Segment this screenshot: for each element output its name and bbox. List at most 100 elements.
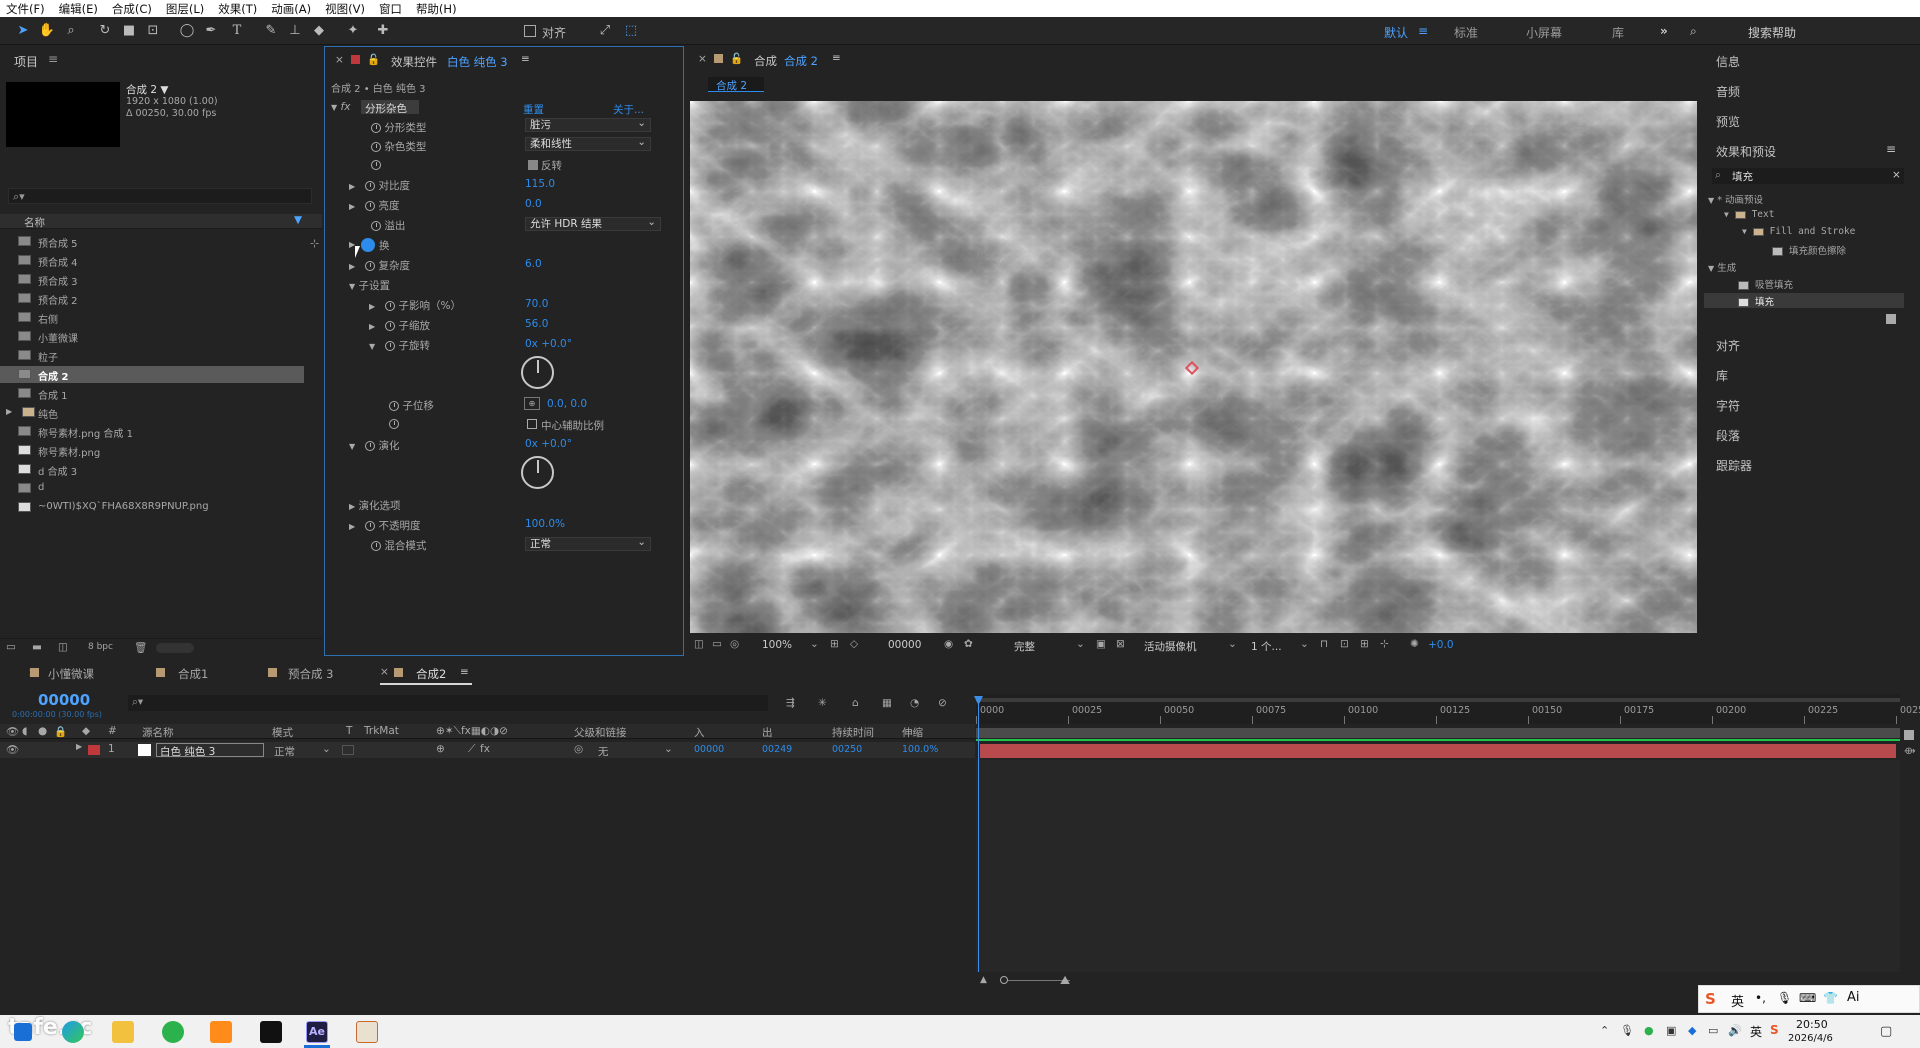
align-panel-tab[interactable]: 对齐 bbox=[1716, 337, 1740, 354]
expand-icon[interactable]: ▶ bbox=[369, 302, 375, 311]
duration-header[interactable]: 持续时间 bbox=[832, 725, 874, 740]
monitor-icon[interactable]: ▭ bbox=[712, 638, 722, 650]
menu-view[interactable]: 视图(V) bbox=[325, 1, 365, 17]
new-comp-icon[interactable]: ◫ bbox=[58, 641, 68, 653]
effects-presets-menu-icon[interactable]: ≡ bbox=[1886, 142, 1896, 156]
channel-icon[interactable]: ✿ bbox=[964, 638, 973, 650]
zoom-chevron-icon[interactable]: ⌄ bbox=[810, 638, 819, 650]
comp-tab-name[interactable]: 合成 2 bbox=[784, 53, 818, 69]
pen-tool-icon[interactable]: ✒ bbox=[202, 22, 220, 40]
viewer-timecode[interactable]: 00000 bbox=[888, 639, 921, 651]
eye-column-icon[interactable]: 👁 bbox=[6, 725, 19, 738]
tube-fill-item[interactable]: 吸管填充 bbox=[1755, 280, 1793, 291]
project-item[interactable]: ▶ 纯色 bbox=[0, 404, 304, 421]
mode-header[interactable]: 模式 bbox=[272, 725, 293, 740]
preview-panel-tab[interactable]: 预览 bbox=[1716, 113, 1740, 130]
puppet-tool-icon[interactable]: ✚ bbox=[374, 22, 392, 40]
expand-icon[interactable]: ▶ bbox=[369, 322, 375, 331]
skin-icon[interactable]: 👕 bbox=[1823, 991, 1838, 1005]
roto-brush-tool-icon[interactable]: ✦ bbox=[344, 22, 362, 40]
bpc-label[interactable]: 8 bpc bbox=[88, 642, 113, 652]
zoom-in-icon[interactable]: ⛰ bbox=[1060, 973, 1070, 988]
exposure-icon[interactable]: ✺ bbox=[1410, 638, 1419, 650]
sub-scale-value[interactable]: 56.0 bbox=[525, 318, 548, 330]
pickwhip-icon[interactable]: ◎ bbox=[574, 743, 583, 755]
resolution-dropdown[interactable]: 完整 bbox=[1014, 639, 1035, 654]
project-item[interactable]: ~0WTI)$XQ`FHA68X8R9PNUP.png bbox=[0, 499, 304, 516]
overflow-dropdown[interactable]: 允许 HDR 结果 bbox=[525, 216, 661, 231]
selection-tool-icon[interactable]: ➤ bbox=[14, 22, 32, 40]
stopwatch-icon[interactable] bbox=[365, 441, 376, 451]
tray-expand-icon[interactable]: ⌃ bbox=[1600, 1024, 1609, 1037]
time-ruler[interactable]: 0000 00025 00050 00075 00100 00125 00150 00175 0… bbox=[976, 694, 1920, 724]
timeline-tab-4[interactable]: 合成2 bbox=[416, 666, 446, 682]
microphone-icon[interactable]: 🎙 bbox=[1777, 991, 1792, 1005]
contrast-value[interactable]: 115.0 bbox=[525, 178, 555, 190]
photo-app-icon[interactable] bbox=[356, 1021, 378, 1043]
brightness-value[interactable]: 0.0 bbox=[525, 198, 542, 210]
expand-icon[interactable]: ▶ bbox=[349, 502, 355, 511]
ai-icon[interactable]: Ai bbox=[1847, 990, 1860, 1005]
region-icon[interactable]: ▣ bbox=[1096, 638, 1106, 650]
expand-icon[interactable]: ▶ bbox=[349, 522, 355, 531]
collapse-icon[interactable]: ▼ bbox=[1724, 210, 1729, 219]
stopwatch-icon[interactable] bbox=[371, 541, 381, 551]
resolution-chevron-icon[interactable]: ⌄ bbox=[1076, 638, 1085, 650]
opacity-value[interactable]: 100.0% bbox=[525, 518, 565, 530]
safe-zones-icon[interactable]: ⊞ bbox=[830, 638, 839, 650]
volume-icon[interactable]: 🔊 bbox=[1728, 1024, 1742, 1037]
character-panel-tab[interactable]: 字符 bbox=[1716, 397, 1740, 414]
trash-icon[interactable]: 🗑 bbox=[134, 641, 147, 654]
trkmat-header[interactable]: TrkMat bbox=[364, 725, 399, 737]
project-item[interactable]: 预合成 5 bbox=[0, 233, 304, 250]
noise-type-dropdown[interactable]: 柔和线性 bbox=[525, 136, 651, 151]
fill-color-wipe-item[interactable]: 填充颜色擦除 bbox=[1789, 246, 1846, 257]
stopwatch-icon[interactable] bbox=[371, 123, 381, 133]
flowchart-icon[interactable]: ⊹ bbox=[310, 237, 319, 250]
stopwatch-icon[interactable] bbox=[371, 160, 381, 170]
center-scale-checkbox[interactable] bbox=[527, 419, 537, 429]
views-chevron-icon[interactable]: ⌄ bbox=[1300, 638, 1309, 650]
complexity-value[interactable]: 6.0 bbox=[525, 258, 542, 270]
frame-blending-icon[interactable]: ▦ bbox=[882, 697, 892, 709]
project-item[interactable]: 称号素材.png bbox=[0, 442, 304, 459]
project-item[interactable]: 合成 1 bbox=[0, 385, 304, 402]
sogou-logo-icon[interactable]: S bbox=[1705, 990, 1716, 1008]
menu-composition[interactable]: 合成(C) bbox=[112, 1, 152, 17]
effects-tab-layer[interactable]: 白色 纯色 3 bbox=[447, 54, 508, 70]
audio-column-icon[interactable]: ◖ bbox=[22, 725, 28, 737]
stopwatch-icon[interactable] bbox=[365, 181, 376, 191]
timeline-tab-3[interactable]: 预合成 3 bbox=[288, 666, 333, 682]
source-name-header[interactable]: 源名称 bbox=[142, 725, 174, 740]
effect-expand-icon[interactable]: ▼ bbox=[331, 103, 337, 112]
lock-column-icon[interactable]: 🔒 bbox=[54, 725, 67, 738]
draft-3d-icon[interactable]: ✳ bbox=[818, 697, 827, 709]
clock-time[interactable]: 20:50 bbox=[1796, 1018, 1828, 1031]
pan-behind-tool-icon[interactable]: ⊡ bbox=[144, 22, 162, 40]
security-tray-icon[interactable]: ◆ bbox=[1688, 1024, 1696, 1037]
collapse-icon[interactable]: ▼ bbox=[1708, 196, 1714, 205]
punctuation-icon[interactable]: •, bbox=[1755, 991, 1766, 1005]
reset-link[interactable]: 重置 bbox=[523, 102, 544, 117]
collapse-icon[interactable]: ▼ bbox=[1708, 264, 1714, 273]
sub-offset-value[interactable]: 0.0, 0.0 bbox=[547, 398, 587, 410]
quality-switch-icon[interactable]: ⟋ bbox=[468, 743, 475, 756]
expand-icon[interactable]: ▶ bbox=[349, 262, 355, 271]
parent-header[interactable]: 父级和链接 bbox=[574, 725, 627, 740]
workspace-standard[interactable]: 标准 bbox=[1454, 24, 1478, 41]
snap-options-icon[interactable]: ⬚ bbox=[622, 22, 640, 40]
collapse-icon[interactable]: ▼ bbox=[369, 342, 375, 351]
comp-mini-flowchart-icon[interactable]: ⇶ bbox=[786, 697, 795, 709]
comp-menu-icon[interactable]: ≡ bbox=[832, 52, 841, 64]
expand-icon[interactable]: ▶ bbox=[349, 202, 355, 211]
music-app-icon[interactable] bbox=[260, 1021, 282, 1043]
workspace-library[interactable]: 库 bbox=[1612, 24, 1624, 41]
windows-start-icon[interactable] bbox=[14, 1023, 32, 1041]
align-checkbox[interactable] bbox=[524, 25, 536, 37]
brush-tool-icon[interactable]: ✎ bbox=[262, 22, 280, 40]
parent-dropdown[interactable]: 无 bbox=[598, 744, 609, 759]
always-preview-icon[interactable]: ◫ bbox=[694, 638, 704, 650]
stopwatch-icon[interactable] bbox=[385, 341, 396, 351]
close-tab-icon[interactable]: × bbox=[698, 53, 707, 65]
layer-label-color[interactable] bbox=[88, 745, 100, 755]
